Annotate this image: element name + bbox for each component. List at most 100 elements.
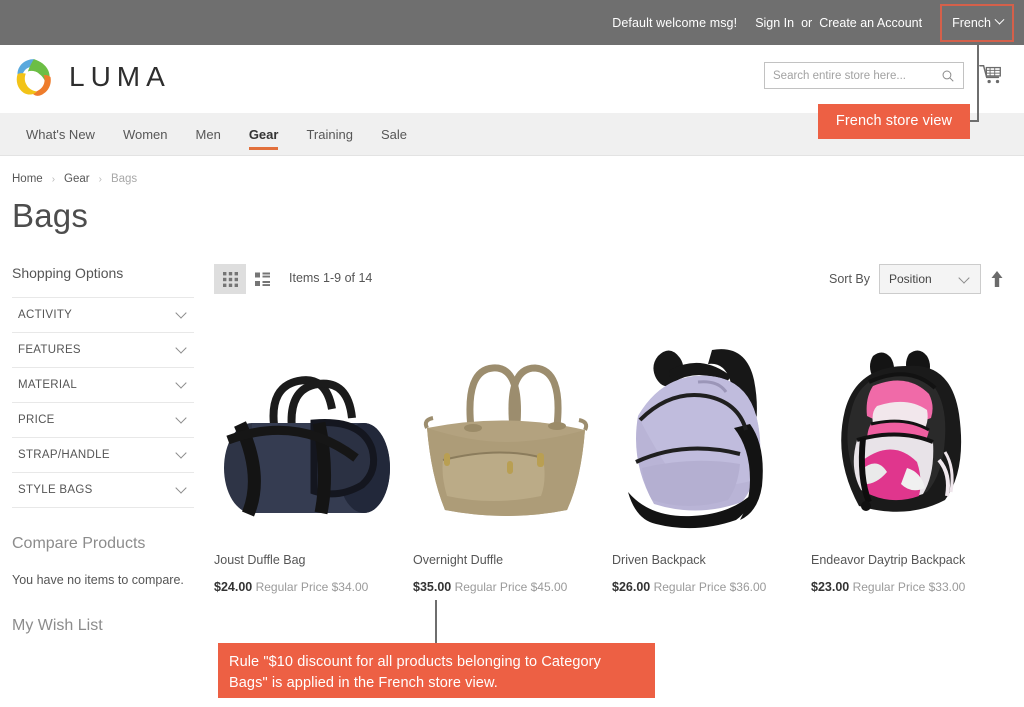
product-item[interactable]: Overnight Duffle $35.00 Regular Price $4… bbox=[413, 320, 612, 594]
product-name[interactable]: Overnight Duffle bbox=[413, 552, 612, 568]
nav-item-label: Gear bbox=[248, 126, 279, 142]
lavender-backpack-image bbox=[628, 349, 763, 529]
top-panel-inner: Default welcome msg! Sign In or Create a… bbox=[612, 3, 1014, 42]
compare-products-title: Compare Products bbox=[12, 535, 146, 552]
product-price: $23.00 Regular Price $33.00 bbox=[811, 580, 1010, 594]
create-account-link[interactable]: Create an Account bbox=[819, 16, 922, 30]
regular-price: $36.00 bbox=[729, 580, 767, 595]
site-header: LUMA bbox=[0, 45, 1024, 113]
product-item[interactable]: Joust Duffle Bag $24.00 Regular Price $3… bbox=[214, 320, 413, 594]
product-name[interactable]: Joust Duffle Bag bbox=[214, 552, 413, 568]
top-account-links: Sign In or Create an Account bbox=[755, 16, 922, 30]
sort-by-value: Position bbox=[889, 272, 932, 286]
wishlist-title: My Wish List bbox=[12, 617, 103, 634]
filter-item-style-bags[interactable]: STYLE BAGS bbox=[12, 473, 194, 508]
chevron-down-icon bbox=[175, 447, 187, 459]
filter-label: STYLE BAGS bbox=[18, 484, 93, 496]
breadcrumb-separator-icon: › bbox=[98, 173, 102, 185]
filter-label: STRAP/HANDLE bbox=[18, 449, 110, 461]
product-name[interactable]: Endeavor Daytrip Backpack bbox=[811, 552, 1010, 568]
view-mode-switcher bbox=[214, 264, 278, 294]
chevron-down-icon bbox=[175, 307, 187, 319]
regular-price-label: Regular Price bbox=[852, 580, 926, 595]
shopping-cart-icon[interactable] bbox=[978, 62, 1004, 88]
filter-item-strap-handle[interactable]: STRAP/HANDLE bbox=[12, 438, 194, 473]
nav-item-men[interactable]: Men bbox=[182, 113, 235, 155]
nav-item-label: Men bbox=[195, 126, 221, 142]
regular-price-label: Regular Price bbox=[653, 580, 727, 595]
sort-by-select[interactable]: Position bbox=[879, 264, 981, 294]
filter-item-features[interactable]: FEATURES bbox=[12, 333, 194, 368]
search-input[interactable] bbox=[773, 69, 941, 82]
product-image-driven-backpack[interactable] bbox=[612, 320, 797, 535]
product-name[interactable]: Driven Backpack bbox=[612, 552, 811, 568]
arrow-up-icon[interactable] bbox=[990, 270, 1004, 288]
nav-item-label: Women bbox=[122, 126, 168, 142]
filter-item-material[interactable]: MATERIAL bbox=[12, 368, 194, 403]
search-icon[interactable] bbox=[941, 69, 955, 83]
filter-label: ACTIVITY bbox=[18, 309, 73, 321]
navy-duffle-bag-image bbox=[224, 376, 390, 517]
breadcrumb-item-bags: Bags bbox=[110, 173, 138, 185]
chevron-down-icon bbox=[175, 482, 187, 494]
nav-item-training[interactable]: Training bbox=[292, 113, 366, 155]
product-price: $35.00 Regular Price $45.00 bbox=[413, 580, 612, 594]
product-image-joust-duffle-bag[interactable] bbox=[214, 320, 399, 535]
product-toolbar: Items 1-9 of 14 Sort By Position bbox=[214, 264, 1004, 296]
grid-view-button[interactable] bbox=[214, 264, 246, 294]
breadcrumb-item-gear[interactable]: Gear bbox=[64, 173, 90, 185]
compare-products-empty-text: You have no items to compare. bbox=[12, 573, 184, 587]
regular-price-label: Regular Price bbox=[454, 580, 528, 595]
special-price: $23.00 bbox=[811, 580, 850, 595]
product-image-overnight-duffle[interactable] bbox=[413, 320, 598, 535]
breadcrumb-item-home[interactable]: Home bbox=[12, 173, 43, 185]
chevron-down-icon bbox=[958, 271, 970, 284]
welcome-message: Default welcome msg! bbox=[612, 15, 738, 30]
sort-by-label: Sort By bbox=[829, 272, 870, 286]
shopping-options-title: Shopping Options bbox=[12, 265, 124, 281]
filter-label: PRICE bbox=[18, 414, 55, 426]
sorter: Sort By Position bbox=[829, 264, 1004, 294]
nav-item-gear[interactable]: Gear bbox=[235, 113, 293, 155]
list-view-icon bbox=[254, 272, 270, 286]
search-box[interactable] bbox=[764, 62, 964, 89]
or-separator: or bbox=[801, 15, 813, 30]
nav-item-whats-new[interactable]: What's New bbox=[12, 113, 109, 155]
filter-list: ACTIVITY FEATURES MATERIAL PRICE STRAP/H… bbox=[12, 297, 194, 508]
list-view-button[interactable] bbox=[246, 264, 278, 294]
pink-camo-backpack-image bbox=[841, 350, 962, 512]
chevron-down-icon bbox=[175, 412, 187, 424]
special-price: $35.00 bbox=[413, 580, 452, 595]
logo-text: LUMA bbox=[69, 61, 171, 92]
annotation-rule-description: Rule "$10 discount for all products belo… bbox=[218, 643, 655, 698]
product-image-endeavor-daytrip-backpack[interactable] bbox=[811, 320, 996, 535]
annotation-leader-line-rule bbox=[435, 600, 437, 644]
filter-item-activity[interactable]: ACTIVITY bbox=[12, 298, 194, 333]
chevron-down-icon bbox=[994, 14, 1005, 25]
nav-item-label: What's New bbox=[26, 126, 95, 142]
logo[interactable]: LUMA bbox=[12, 55, 171, 99]
product-item[interactable]: Endeavor Daytrip Backpack $23.00 Regular… bbox=[811, 320, 1010, 594]
top-panel: Default welcome msg! Sign In or Create a… bbox=[0, 0, 1024, 45]
sign-in-link[interactable]: Sign In bbox=[755, 16, 794, 30]
regular-price: $34.00 bbox=[331, 580, 369, 595]
chevron-down-icon bbox=[175, 377, 187, 389]
nav-item-sale[interactable]: Sale bbox=[367, 113, 421, 155]
wishlist-block: My Wish List bbox=[12, 617, 194, 635]
breadcrumb: Home › Gear › Bags bbox=[12, 173, 137, 185]
nav-item-women[interactable]: Women bbox=[109, 113, 182, 155]
special-price: $26.00 bbox=[612, 580, 651, 595]
product-item[interactable]: Driven Backpack $26.00 Regular Price $36… bbox=[612, 320, 811, 594]
nav-item-label: Training bbox=[306, 126, 353, 142]
language-switcher-label: French bbox=[952, 15, 991, 30]
compare-products-block: Compare Products You have no items to co… bbox=[12, 535, 194, 587]
filter-item-price[interactable]: PRICE bbox=[12, 403, 194, 438]
page-root: Default welcome msg! Sign In or Create a… bbox=[0, 0, 1024, 707]
luma-swirl-logo-icon bbox=[16, 59, 51, 96]
product-price: $26.00 Regular Price $36.00 bbox=[612, 580, 811, 594]
breadcrumb-separator-icon: › bbox=[51, 173, 56, 185]
annotation-french-store-view: French store view bbox=[818, 104, 970, 139]
language-switcher[interactable]: French bbox=[940, 3, 1014, 42]
sidebar: Shopping Options ACTIVITY FEATURES MATER… bbox=[12, 265, 194, 635]
page-title: Bags bbox=[12, 197, 89, 234]
